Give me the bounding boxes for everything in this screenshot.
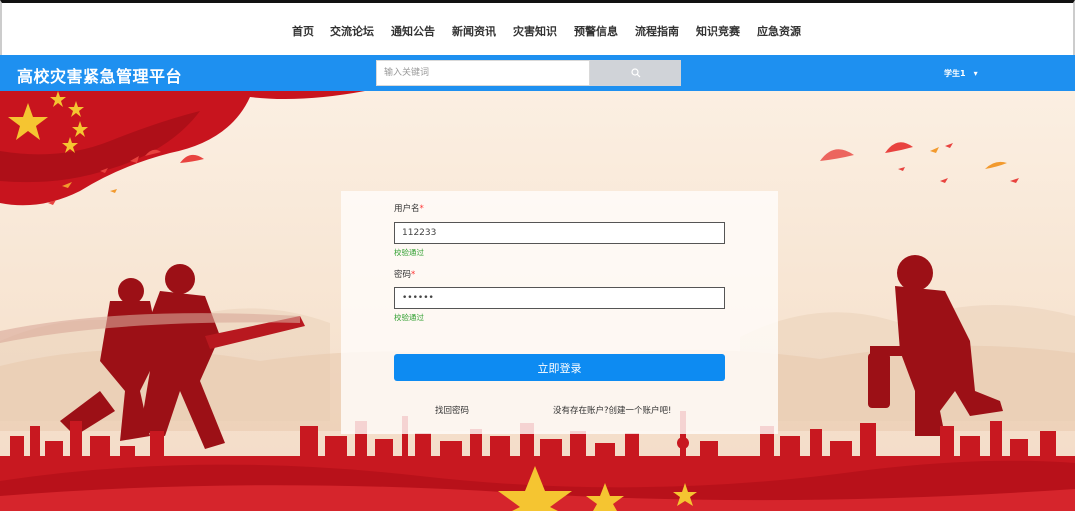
password-label-text: 密码: [394, 270, 412, 280]
username-validation-status: 校验通过: [394, 248, 424, 257]
nav-item-quiz[interactable]: 知识竞赛: [696, 23, 740, 39]
nav-item-warnings[interactable]: 预警信息: [574, 23, 618, 39]
top-navigation: 首页 交流论坛 通知公告 新闻资讯 灾害知识 预警信息 流程指南 知识竞赛 应急…: [0, 0, 1075, 55]
password-validation-status: 校验通过: [394, 313, 424, 322]
username-label-text: 用户名: [394, 204, 420, 214]
nav-item-disaster-knowledge[interactable]: 灾害知识: [513, 23, 557, 39]
header-bar: 高校灾害紧急管理平台 学生1 ▾: [0, 55, 1075, 91]
required-mark: *: [419, 204, 424, 214]
search-icon: [630, 68, 640, 78]
nav-item-notices[interactable]: 通知公告: [391, 23, 435, 39]
login-card: 用户名* 校验通过 密码* 校验通过 立即登录 找回密码 没有存在账户?创建一个…: [341, 191, 778, 434]
login-button[interactable]: 立即登录: [394, 354, 725, 381]
password-input[interactable]: [394, 287, 725, 309]
nav-item-forum[interactable]: 交流论坛: [330, 23, 374, 39]
nav-item-resources[interactable]: 应急资源: [757, 23, 801, 39]
register-link[interactable]: 没有存在账户?创建一个账户吧!: [553, 404, 671, 416]
password-label: 密码*: [394, 268, 415, 280]
user-name: 学生1: [944, 69, 966, 78]
search-box: [376, 60, 681, 86]
nav-item-home[interactable]: 首页: [292, 23, 314, 39]
username-label: 用户名*: [394, 202, 424, 214]
site-title: 高校灾害紧急管理平台: [17, 67, 183, 86]
user-menu[interactable]: 学生1 ▾: [944, 68, 978, 79]
search-input[interactable]: [376, 60, 590, 86]
required-mark: *: [411, 270, 416, 280]
nav-item-guide[interactable]: 流程指南: [635, 23, 679, 39]
birds-right: [820, 142, 1019, 183]
username-input[interactable]: [394, 222, 725, 244]
forgot-password-link[interactable]: 找回密码: [435, 404, 469, 416]
hero-background: 用户名* 校验通过 密码* 校验通过 立即登录 找回密码 没有存在账户?创建一个…: [0, 91, 1075, 511]
search-button[interactable]: [590, 60, 681, 86]
red-flag: [0, 91, 365, 206]
chevron-down-icon: ▾: [973, 69, 978, 78]
nav-item-news[interactable]: 新闻资讯: [452, 23, 496, 39]
